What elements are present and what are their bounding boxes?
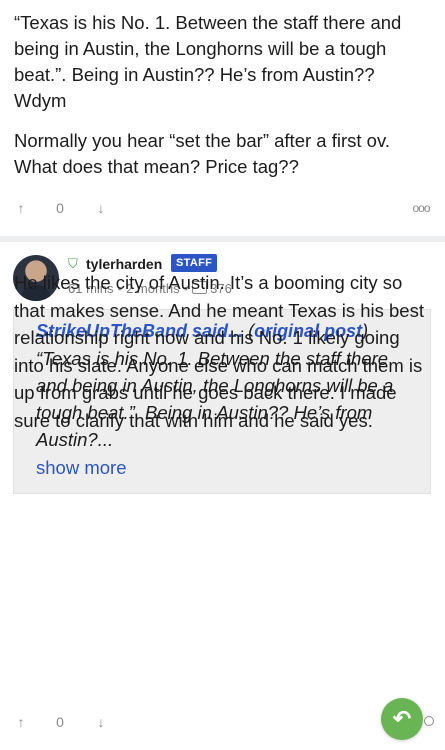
post-actions: ↑ 0 ↓ <box>0 704 445 740</box>
post-paragraph: Normally you hear “set the bar” after a … <box>14 130 390 177</box>
upvote-icon[interactable]: ↑ <box>12 704 30 740</box>
upvote-icon[interactable]: ↑ <box>12 190 30 226</box>
show-more-link[interactable]: show more <box>36 455 126 481</box>
post-body: He likes the city of Austin. It’s a boom… <box>0 269 445 434</box>
downvote-icon[interactable]: ↓ <box>92 704 110 740</box>
vote-count: 0 <box>56 714 64 730</box>
post-actions: ↑ 0 ↓ ooo <box>0 190 445 226</box>
post-paragraph: He likes the city of Austin. It’s a boom… <box>14 272 424 431</box>
reply-icon: ↶ <box>392 706 412 731</box>
post-paragraph: “Texas is his No. 1. Between the staff t… <box>14 12 402 111</box>
more-options-icon[interactable]: ooo <box>408 190 434 226</box>
downvote-icon[interactable]: ↓ <box>92 190 110 226</box>
reply-button[interactable]: ↶ <box>381 698 423 740</box>
more-options-icon[interactable] <box>424 716 434 726</box>
vote-count: 0 <box>56 200 64 216</box>
post-previous: “Texas is his No. 1. Between the staff t… <box>0 0 445 180</box>
post-divider <box>0 236 445 242</box>
